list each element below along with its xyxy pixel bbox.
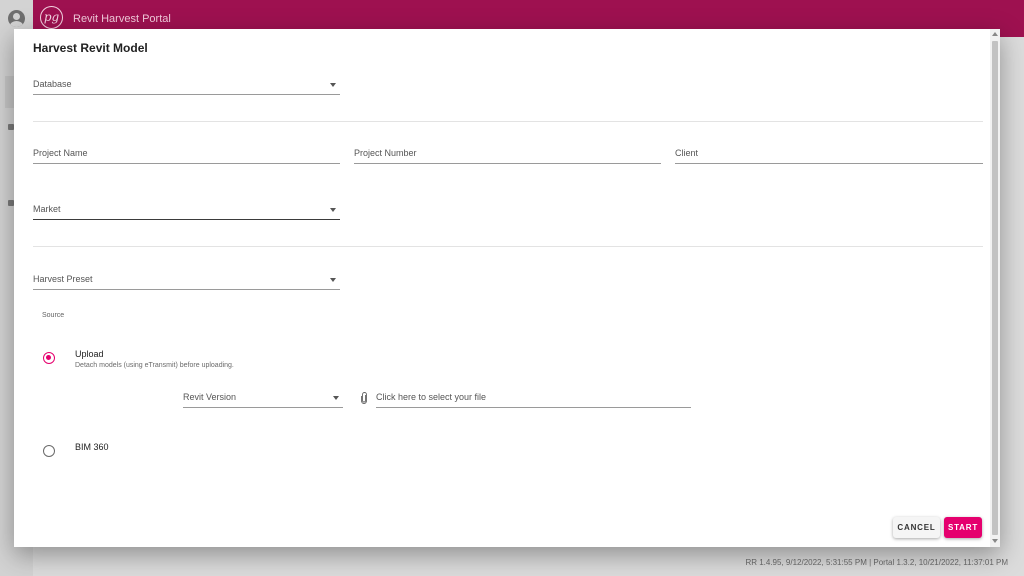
client-label: Client xyxy=(675,148,699,158)
dialog-title: Harvest Revit Model xyxy=(33,41,148,55)
bim360-radio[interactable] xyxy=(43,445,55,457)
app-title: Revit Harvest Portal xyxy=(73,13,171,25)
harvest-preset-select[interactable]: Harvest Preset xyxy=(33,266,340,290)
market-select[interactable]: Market xyxy=(33,196,340,220)
divider xyxy=(33,121,983,122)
scroll-thumb[interactable] xyxy=(992,41,998,535)
cancel-button[interactable]: CANCEL xyxy=(893,517,940,538)
database-label: Database xyxy=(33,79,72,89)
bim360-label: BIM 360 xyxy=(75,442,109,452)
harvest-preset-label: Harvest Preset xyxy=(33,274,93,284)
revit-version-select[interactable]: Revit Version xyxy=(183,384,343,408)
source-label: Source xyxy=(42,312,65,319)
market-label: Market xyxy=(33,204,61,214)
scroll-down-icon[interactable] xyxy=(992,539,998,543)
divider xyxy=(33,246,983,247)
client-field[interactable]: Client xyxy=(675,140,983,164)
revit-version-label: Revit Version xyxy=(183,392,237,402)
database-select[interactable]: Database xyxy=(33,71,340,95)
upload-label: Upload xyxy=(75,349,104,359)
project-number-field[interactable]: Project Number xyxy=(354,140,661,164)
project-number-label: Project Number xyxy=(354,148,417,158)
chevron-down-icon xyxy=(333,396,339,400)
chevron-down-icon xyxy=(330,208,336,212)
paperclip-icon[interactable] xyxy=(360,392,368,404)
upload-hint: Detach models (using eTransmit) before u… xyxy=(75,362,234,369)
chevron-down-icon xyxy=(330,278,336,282)
app-logo: pg xyxy=(40,6,63,29)
project-name-field[interactable]: Project Name xyxy=(33,140,340,164)
project-name-label: Project Name xyxy=(33,148,88,158)
upload-radio[interactable] xyxy=(43,352,55,364)
chevron-down-icon xyxy=(330,83,336,87)
file-picker-placeholder: Click here to select your file xyxy=(376,392,487,402)
scroll-up-icon[interactable] xyxy=(992,32,998,36)
dialog-scrollbar[interactable] xyxy=(990,29,1000,547)
file-picker-input[interactable]: Click here to select your file xyxy=(376,384,691,408)
harvest-dialog: Harvest Revit Model Database Project Nam… xyxy=(14,29,1000,547)
version-footer: RR 1.4.95, 9/12/2022, 5:31:55 PM | Porta… xyxy=(745,558,1008,567)
start-button[interactable]: START xyxy=(944,517,982,538)
account-icon[interactable] xyxy=(8,10,25,27)
